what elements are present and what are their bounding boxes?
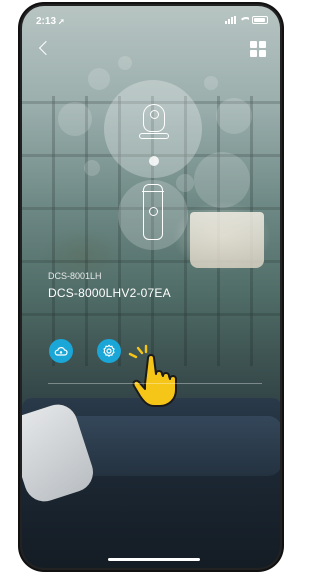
location-arrow-icon: ➚ [58, 17, 65, 26]
gear-icon [103, 344, 115, 357]
signal-icon [225, 16, 236, 24]
grid-menu-button[interactable] [250, 41, 266, 57]
round-camera-icon [143, 104, 165, 132]
cloud-icon [54, 347, 68, 356]
device-model-label: DCS-8001LH [48, 271, 102, 281]
decor-bubble [84, 160, 100, 176]
round-camera-base [139, 133, 169, 139]
device-name[interactable]: DCS-8000LHV2-07EA [48, 286, 171, 300]
system-icons [225, 16, 268, 24]
settings-button[interactable] [97, 339, 121, 363]
decor-bubble [58, 102, 92, 136]
divider [48, 383, 262, 384]
decor-bubble [88, 68, 110, 90]
decor-bubble [118, 56, 132, 70]
decor-bubble [176, 174, 194, 192]
background-lamp [190, 212, 264, 268]
decor-bubble [216, 98, 252, 134]
grid-icon [250, 41, 257, 48]
decor-bubble [204, 76, 218, 90]
home-indicator[interactable] [108, 558, 200, 561]
pointing-hand-icon [128, 344, 177, 407]
status-bar: 2:13 ➚ [22, 6, 280, 32]
cloud-button[interactable] [49, 339, 73, 363]
cylinder-camera-icon [142, 184, 164, 240]
battery-icon [252, 16, 268, 24]
wifi-icon [239, 16, 249, 24]
screen: 2:13 ➚ DCS-8001LH DCS-8000LHV2-07EA [22, 6, 280, 568]
status-time: 2:13 ➚ [36, 16, 65, 27]
back-button[interactable] [36, 40, 54, 58]
status-time-text: 2:13 [36, 16, 57, 27]
decor-bubble [194, 152, 250, 208]
phone-frame: 2:13 ➚ DCS-8001LH DCS-8000LHV2-07EA [20, 4, 282, 570]
connector-dot [149, 156, 159, 166]
